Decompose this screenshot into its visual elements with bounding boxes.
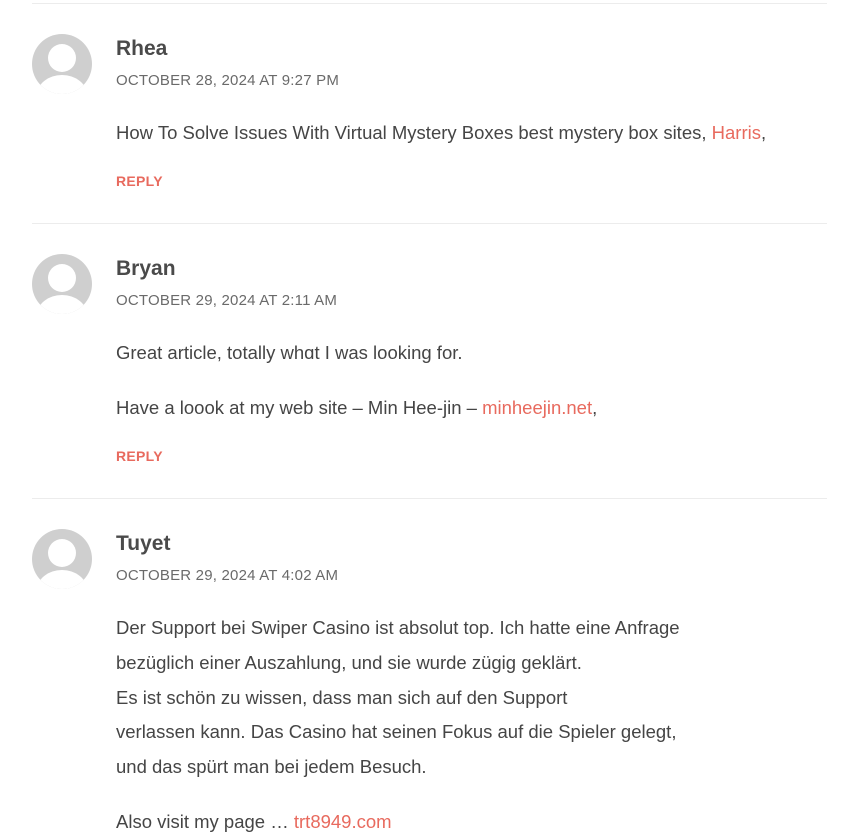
avatar-head (48, 539, 76, 567)
avatar-head (48, 264, 76, 292)
comment-text: Der Support bei Swiper Casino ist absolu… (116, 617, 680, 638)
comment-text: Es ist schön zu wissen, dass man sich au… (116, 686, 568, 708)
comment-author: Rhea (116, 37, 168, 60)
reply-button[interactable]: REPLY (116, 173, 163, 189)
avatar (32, 529, 92, 589)
reply-button[interactable]: REPLY (116, 448, 163, 464)
comment-date[interactable]: OCTOBER 29, 2024 AT 2:11 AM (116, 292, 337, 309)
comment-body: Have a loook at my web site – Min Hee-ji… (116, 391, 597, 426)
avatar (32, 34, 92, 94)
comment-punct: , (760, 122, 767, 143)
avatar-body (37, 570, 87, 589)
comment-text: verlassen kann. Das Casino hat seinen Fo… (116, 721, 677, 743)
comment-date[interactable]: OCTOBER 28, 2024 AT 9:27 PM (116, 72, 339, 89)
divider (32, 498, 827, 499)
website-link[interactable]: minheejin.net (482, 397, 592, 418)
author-link[interactable]: Harris (712, 122, 761, 143)
avatar (32, 254, 92, 314)
comment-text: Also visit my page … (116, 811, 289, 832)
avatar-body (37, 75, 87, 94)
comment-body: Also visit my page … trt8949.com (116, 805, 392, 839)
website-link[interactable]: trt8949.com (294, 811, 392, 832)
comment-text: How To Solve Issues With Virtual Mystery… (116, 122, 707, 143)
comment-text: und das spürt man bei jedem Besuch. (116, 756, 427, 777)
comment-list: Rhea OCTOBER 28, 2024 AT 9:27 PM How To … (0, 0, 849, 839)
comment-text: Have a loook at my web site – Min Hee-ji… (116, 397, 477, 418)
avatar-head (48, 44, 76, 72)
comment-date[interactable]: OCTOBER 29, 2024 AT 4:02 AM (116, 567, 338, 584)
comment-author: Bryan (116, 257, 176, 280)
comment-text: bezüglich einer Auszahlung, und sie wurd… (116, 651, 582, 673)
comment-text: Great article, totally whɑt I was lookin… (116, 342, 463, 363)
comment-punct: , (592, 397, 598, 418)
divider (32, 223, 827, 224)
divider (32, 3, 827, 4)
avatar-body (37, 295, 87, 314)
comment-body: How To Solve Issues With Virtual Mystery… (116, 116, 766, 151)
comment-author: Tuyet (116, 532, 171, 555)
